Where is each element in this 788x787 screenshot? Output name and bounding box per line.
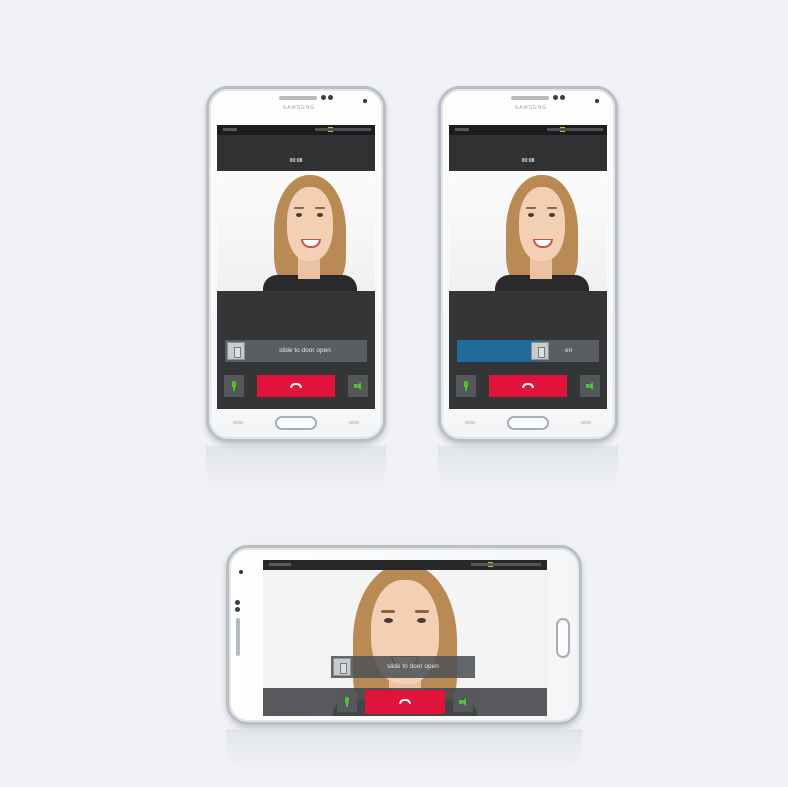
home-button[interactable] — [556, 618, 570, 658]
door-icon[interactable] — [333, 658, 351, 676]
status-bar — [449, 125, 607, 135]
door-open-slider[interactable]: slide to door open — [225, 340, 367, 362]
hang-up-icon — [522, 383, 534, 388]
microphone-icon — [343, 697, 351, 707]
status-icons-right — [315, 128, 371, 131]
call-screen: 00:08 en — [449, 125, 607, 409]
speaker-button[interactable] — [453, 692, 473, 712]
sensor-icon — [239, 570, 243, 574]
hang-up-button[interactable] — [489, 375, 567, 397]
slider-label: en — [565, 347, 573, 354]
hang-up-button[interactable] — [365, 690, 445, 714]
mute-button[interactable] — [337, 692, 357, 712]
call-header: 00:08 — [217, 135, 375, 171]
call-screen: slide to door open — [263, 560, 547, 716]
status-icons-right — [547, 128, 603, 131]
front-camera-icon — [553, 95, 567, 100]
status-bar — [263, 560, 547, 570]
call-timer: 00:08 — [521, 158, 535, 164]
hang-up-icon — [399, 699, 411, 704]
video-feed — [217, 171, 375, 291]
call-timer: 00:08 — [289, 158, 303, 164]
speaker-button[interactable] — [580, 375, 600, 397]
speaker-icon — [459, 697, 467, 707]
slider-label: slide to door open — [387, 663, 439, 670]
slider-label: slide to door open — [279, 347, 331, 354]
phone-portrait-right: SAMSUNG 00:08 en — [438, 86, 618, 442]
door-icon[interactable] — [531, 342, 549, 360]
phone-reflection — [438, 446, 618, 490]
microphone-icon — [230, 381, 238, 391]
phone-landscape: slide to door open — [226, 545, 582, 725]
product-showcase: SAMSUNG 00:08 slide to door open SAMSUNG… — [0, 0, 788, 787]
phone-reflection — [226, 729, 582, 769]
call-screen: 00:08 slide to door open — [217, 125, 375, 409]
speaker-button[interactable] — [348, 375, 368, 397]
microphone-icon — [462, 381, 470, 391]
call-header: 00:08 — [449, 135, 607, 171]
speaker-icon — [586, 381, 594, 391]
status-icons-right — [471, 563, 541, 566]
mute-button[interactable] — [456, 375, 476, 397]
speaker-icon — [354, 381, 362, 391]
back-key — [581, 421, 591, 424]
visitor-portrait — [449, 171, 607, 291]
brand-logo: SAMSUNG — [514, 105, 548, 111]
status-icons-left — [223, 128, 237, 131]
brand-logo: SAMSUNG — [282, 105, 316, 111]
hang-up-button[interactable] — [257, 375, 335, 397]
video-feed — [449, 171, 607, 291]
back-key — [349, 421, 359, 424]
home-button[interactable] — [275, 416, 317, 430]
call-controls: en — [449, 291, 607, 409]
earpiece — [511, 96, 549, 100]
menu-key — [465, 421, 475, 424]
door-open-slider[interactable]: slide to door open — [331, 656, 475, 678]
door-open-slider[interactable]: en — [457, 340, 599, 362]
visitor-portrait — [217, 171, 375, 291]
status-icons-left — [455, 128, 469, 131]
sensor-icon — [363, 99, 367, 103]
phone-portrait-left: SAMSUNG 00:08 slide to door open — [206, 86, 386, 442]
menu-key — [233, 421, 243, 424]
earpiece — [236, 618, 240, 656]
front-camera-icon — [235, 600, 240, 614]
sensor-icon — [595, 99, 599, 103]
call-button-row — [263, 688, 547, 716]
hang-up-icon — [290, 383, 302, 388]
slider-fill — [457, 340, 540, 362]
home-button[interactable] — [507, 416, 549, 430]
call-button-row — [449, 375, 607, 397]
mute-button[interactable] — [224, 375, 244, 397]
call-button-row — [217, 375, 375, 397]
call-controls: slide to door open — [217, 291, 375, 409]
earpiece — [279, 96, 317, 100]
phone-reflection — [206, 446, 386, 490]
status-icons-left — [269, 563, 291, 566]
front-camera-icon — [321, 95, 335, 100]
status-bar — [217, 125, 375, 135]
